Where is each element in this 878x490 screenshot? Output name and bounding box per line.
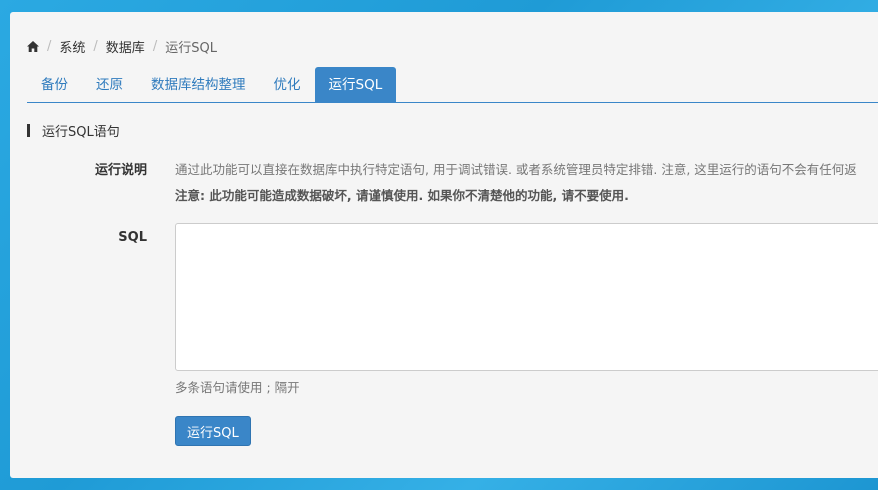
tab-bar: 备份 还原 数据库结构整理 优化 运行SQL	[27, 67, 878, 103]
tab-restore[interactable]: 还原	[82, 67, 137, 103]
sql-label: SQL	[118, 230, 147, 245]
section-title: 运行SQL语句	[27, 121, 120, 140]
breadcrumb-separator: /	[93, 39, 98, 54]
sql-hint: 多条语句请使用 ; 隔开	[175, 380, 300, 395]
run-sql-button[interactable]: 运行SQL	[175, 416, 251, 446]
warning-text: 注意: 此功能可能造成数据破坏, 请谨慎使用. 如果你不清楚他的功能, 请不要使…	[175, 188, 629, 203]
tab-structure-cleanup[interactable]: 数据库结构整理	[137, 67, 260, 103]
content-panel: / 系统 / 数据库 / 运行SQL 备份 还原 数据库结构整理 优化 运行SQ…	[10, 12, 878, 478]
breadcrumb-item-database[interactable]: 数据库	[106, 37, 145, 56]
breadcrumb-item-run-sql: 运行SQL	[165, 41, 217, 56]
breadcrumb: / 系统 / 数据库 / 运行SQL	[27, 37, 217, 56]
sql-input[interactable]	[175, 223, 878, 371]
section-title-text: 运行SQL语句	[42, 125, 120, 140]
section-title-bar	[27, 124, 30, 137]
tab-backup[interactable]: 备份	[27, 67, 82, 103]
tab-run-sql[interactable]: 运行SQL	[314, 67, 397, 103]
desc-label: 运行说明	[94, 163, 147, 178]
home-icon[interactable]	[27, 41, 39, 52]
breadcrumb-separator: /	[47, 39, 52, 54]
breadcrumb-separator: /	[152, 39, 158, 54]
tab-optimize[interactable]: 优化	[260, 67, 315, 103]
breadcrumb-item-system[interactable]: 系统	[59, 37, 85, 56]
desc-text: 通过此功能可以直接在数据库中执行特定语句, 用于调试错误. 或者系统管理员特定排…	[175, 162, 857, 177]
